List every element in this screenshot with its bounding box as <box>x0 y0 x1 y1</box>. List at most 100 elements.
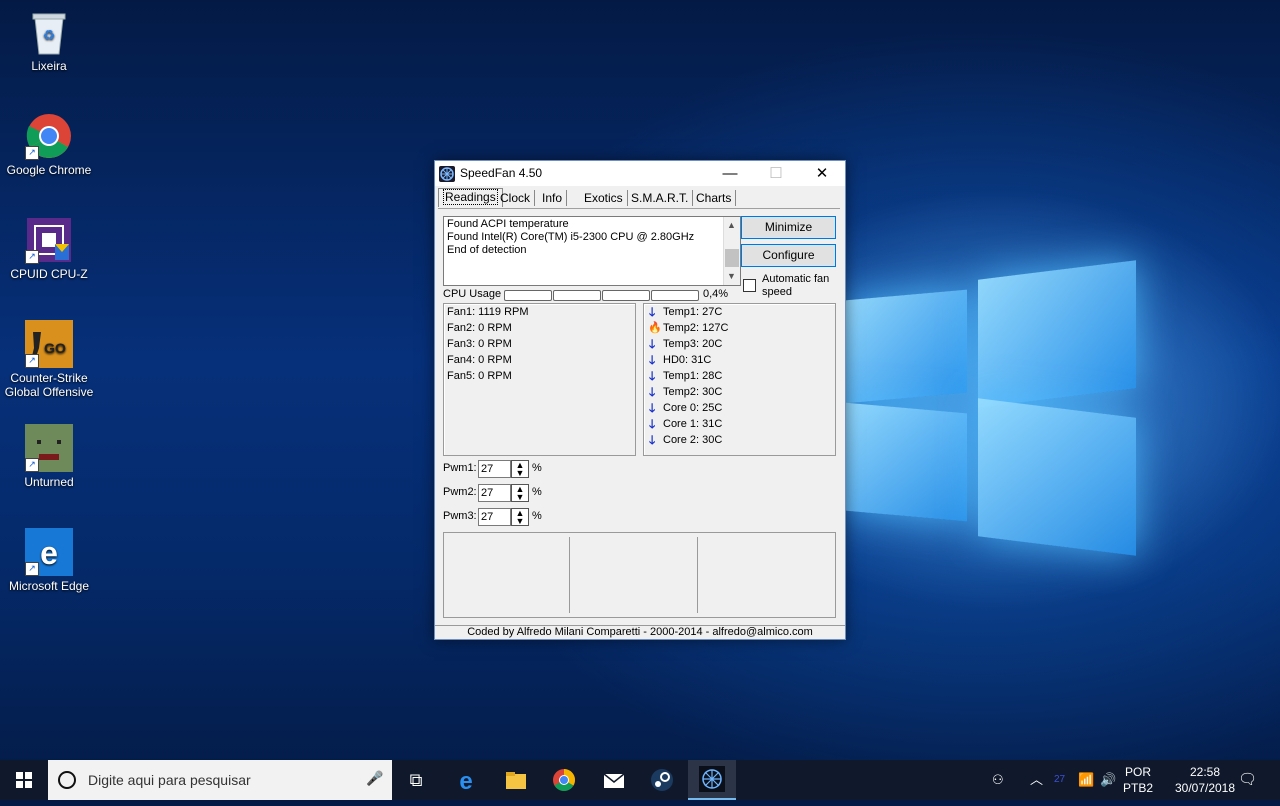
search-placeholder: Digite aqui para pesquisar <box>88 772 251 788</box>
pwm2-spinner-icon[interactable]: ▲ ▼ <box>511 484 529 502</box>
pwm1-spinner-icon[interactable]: ▲ ▼ <box>511 460 529 478</box>
taskbar-edge-icon[interactable]: e <box>442 760 490 800</box>
task-view-icon[interactable]: ⧉ <box>392 760 440 800</box>
network-icon[interactable]: 📶 <box>1078 760 1094 800</box>
fan-reading: Fan1: 1119 RPM <box>447 306 529 318</box>
pwm3-input[interactable]: 27 <box>478 508 511 526</box>
file-explorer-icon[interactable] <box>492 760 540 800</box>
svg-text:e: e <box>459 768 472 792</box>
desktop-icon-label: Unturned <box>24 475 74 489</box>
window-maximize-button[interactable]: ☐ <box>753 161 799 186</box>
windows-wallpaper-logo <box>845 255 1140 556</box>
cpu-usage-bar <box>602 290 650 301</box>
mail-icon[interactable] <box>590 760 638 800</box>
microphone-icon[interactable]: 🎤 <box>366 770 383 787</box>
temp-reading: 🡓 Temp2: 30C <box>649 385 723 399</box>
edge-icon: e ↗ <box>25 528 73 576</box>
configure-button[interactable]: Configure <box>741 244 836 267</box>
fan-reading: Fan5: 0 RPM <box>447 370 512 382</box>
window-close-button[interactable]: ✕ <box>799 161 845 186</box>
volume-icon[interactable]: 🔊 <box>1100 760 1116 800</box>
shortcut-arrow-icon: ↗ <box>25 562 39 576</box>
chrome-icon: ↗ <box>25 112 73 160</box>
title-bar[interactable]: SpeedFan 4.50 — ☐ ✕ <box>435 161 845 186</box>
taskbar-chrome-icon[interactable] <box>540 760 588 800</box>
steam-icon[interactable] <box>638 760 686 800</box>
log-line: Found Intel(R) Core(TM) i5-2300 CPU @ 2.… <box>447 231 695 243</box>
cpu-usage-row: CPU Usage 0,4% <box>443 288 833 302</box>
down-arrow-icon: 🡓 <box>649 353 656 367</box>
down-arrow-icon: 🡓 <box>649 369 656 383</box>
windows-start-icon <box>16 772 32 788</box>
desktop-icon-microsoft-edge[interactable]: e ↗ Microsoft Edge <box>2 528 96 593</box>
tab-charts[interactable]: Charts <box>692 190 737 206</box>
fan-reading: Fan3: 0 RPM <box>447 338 512 350</box>
desktop-icon-recycle-bin[interactable]: ♻ Lixeira <box>2 8 96 73</box>
action-center-icon[interactable]: 🗨 <box>1238 760 1257 800</box>
language-indicator[interactable]: POR PTB2 <box>1118 764 1158 796</box>
pwm3-spinner-icon[interactable]: ▲ ▼ <box>511 508 529 526</box>
desktop-icon-unturned[interactable]: ↗ Unturned <box>2 424 96 489</box>
down-arrow-icon: 🡓 <box>649 385 656 399</box>
desktop-icon-label: CPUID CPU-Z <box>10 267 88 281</box>
pwm-label: Pwm3: <box>443 510 477 522</box>
detection-log[interactable]: Found ACPI temperature Found Intel(R) Co… <box>443 216 741 286</box>
start-button[interactable] <box>0 760 48 800</box>
pwm-unit: % <box>532 510 542 522</box>
scroll-up-icon[interactable]: ▲ <box>727 219 736 232</box>
tab-readings[interactable]: Readings <box>438 188 503 207</box>
shortcut-arrow-icon: ↗ <box>25 250 39 264</box>
fire-icon: 🔥 <box>648 322 662 334</box>
window-minimize-button[interactable]: — <box>707 161 753 186</box>
tab-exotics[interactable]: Exotics <box>580 190 628 206</box>
svg-text:GO: GO <box>44 340 66 356</box>
down-arrow-icon: 🡓 <box>649 337 656 351</box>
desktop-icon-cpuz[interactable]: ↗ CPUID CPU-Z <box>2 216 96 281</box>
window-title: SpeedFan 4.50 <box>460 166 543 180</box>
csgo-icon: GO ↗ <box>25 320 73 368</box>
readings-panel: Found ACPI temperature Found Intel(R) Co… <box>438 208 840 629</box>
desktop-icon-label: Microsoft Edge <box>8 579 90 593</box>
down-arrow-icon: 🡓 <box>649 305 656 319</box>
log-scrollbar[interactable]: ▲ ▼ <box>723 217 740 285</box>
speedfan-window: SpeedFan 4.50 — ☐ ✕ Readings Clock Info … <box>434 160 846 640</box>
taskbar-clock[interactable]: 22:58 30/07/2018 <box>1170 764 1240 796</box>
pwm-label: Pwm2: <box>443 486 477 498</box>
cpu-usage-label: CPU Usage <box>443 288 502 300</box>
desktop-icon-google-chrome[interactable]: ↗ Google Chrome <box>2 112 96 177</box>
desktop-icon-csgo[interactable]: GO ↗ Counter-Strike Global Offensive <box>2 320 96 399</box>
fan-reading: Fan2: 0 RPM <box>447 322 512 334</box>
shortcut-arrow-icon: ↗ <box>25 146 39 160</box>
svg-text:♻: ♻ <box>43 27 56 43</box>
svg-text:e: e <box>40 535 58 571</box>
down-arrow-icon: 🡓 <box>649 433 656 447</box>
cpu-usage-bar <box>651 290 699 301</box>
tab-info[interactable]: Info <box>538 190 568 206</box>
temp-reading: 🡓 Core 0: 25C <box>649 401 723 415</box>
taskbar: Digite aqui para pesquisar 🎤 ⧉ e ⚇ ︿ 27 … <box>0 760 1280 800</box>
tab-smart[interactable]: S.M.A.R.T. <box>627 190 694 206</box>
scroll-down-icon[interactable]: ▼ <box>727 270 736 283</box>
desktop-icon-label: Google Chrome <box>6 163 92 177</box>
temp-reading: 🔥 Temp2: 127C <box>648 322 729 334</box>
minimize-button[interactable]: Minimize <box>741 216 836 239</box>
pwm2-input[interactable]: 27 <box>478 484 511 502</box>
unturned-icon: ↗ <box>25 424 73 472</box>
log-line: End of detection <box>447 244 527 256</box>
pwm3-control: Pwm3: 27 ▲ ▼ % <box>443 508 563 526</box>
temp-reading: 🡓 HD0: 31C <box>649 353 712 367</box>
speedfan-tray-icon[interactable]: 27 <box>1054 760 1065 800</box>
cortana-icon <box>58 771 76 789</box>
pwm1-input[interactable]: 27 <box>478 460 511 478</box>
scroll-thumb[interactable] <box>725 249 739 267</box>
cpu-usage-bar <box>504 290 552 301</box>
recycle-bin-icon: ♻ <box>25 8 73 56</box>
clock-time: 22:58 <box>1189 765 1221 779</box>
clock-date: 30/07/2018 <box>1174 781 1236 795</box>
down-arrow-icon: 🡓 <box>649 401 656 415</box>
people-icon[interactable]: ⚇ <box>992 760 1004 800</box>
show-hidden-icons-chevron-icon[interactable]: ︿ <box>1030 760 1043 800</box>
tab-clock[interactable]: Clock <box>496 190 536 206</box>
taskbar-speedfan-icon[interactable] <box>688 760 736 800</box>
taskbar-search-box[interactable]: Digite aqui para pesquisar 🎤 <box>48 760 392 800</box>
